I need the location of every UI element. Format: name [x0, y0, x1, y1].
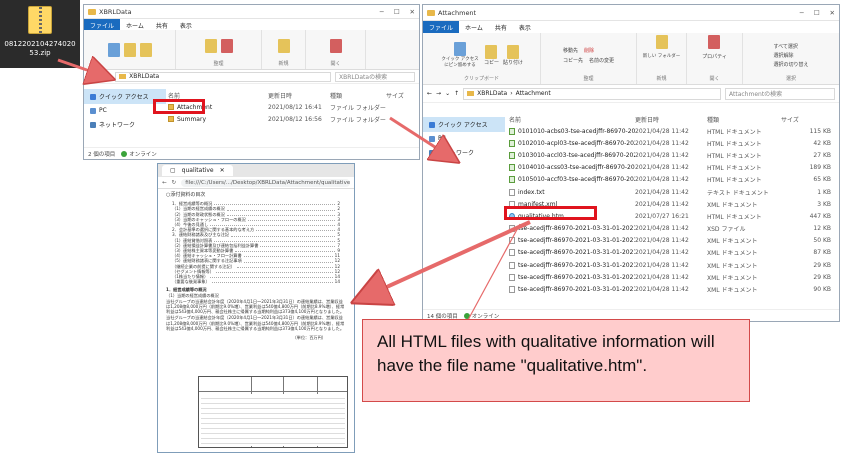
explanation-callout: All HTML files with qualitative informat… — [362, 319, 750, 402]
arrow-attachment-to-browser — [358, 220, 531, 300]
arrow-zip-to-xbrldata — [57, 60, 110, 78]
arrow-xbrldata-to-attachment — [389, 116, 455, 160]
callout-text: All HTML files with qualitative informat… — [377, 332, 715, 375]
